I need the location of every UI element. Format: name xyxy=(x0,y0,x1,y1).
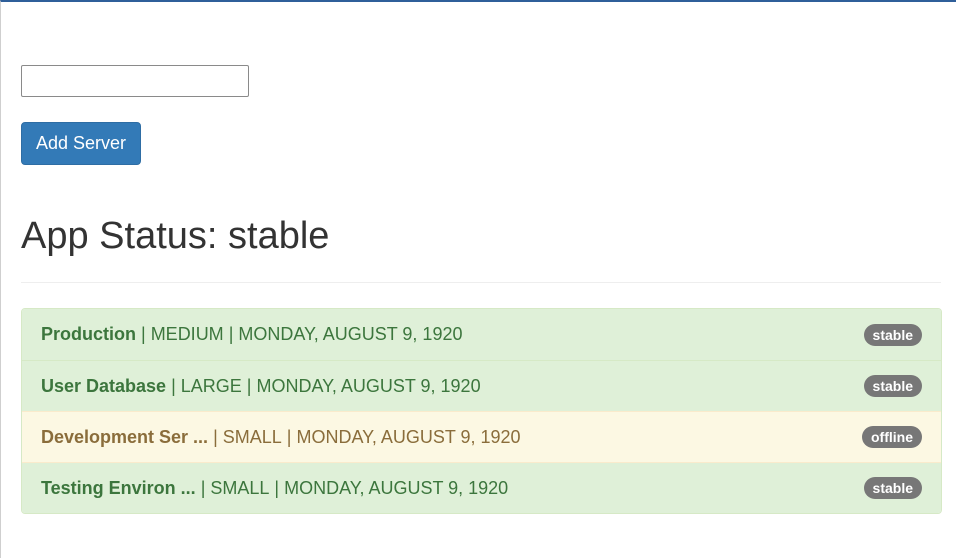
app-frame: Add Server App Status: stable Production… xyxy=(0,0,956,558)
status-badge: stable xyxy=(863,375,922,397)
server-list-item[interactable]: User Database | LARGE | MONDAY, AUGUST 9… xyxy=(22,360,941,411)
divider xyxy=(21,282,941,283)
server-date: MONDAY, AUGUST 9, 1920 xyxy=(256,375,481,396)
server-list-item[interactable]: Testing Environ ... | SMALL | MONDAY, AU… xyxy=(22,462,941,513)
add-server-button[interactable]: Add Server xyxy=(21,122,141,165)
server-size: MEDIUM xyxy=(150,324,224,344)
server-name: Development Ser ... xyxy=(41,426,209,447)
server-size: SMALL xyxy=(210,477,270,498)
server-date: MONDAY, AUGUST 9, 1920 xyxy=(296,426,521,447)
status-badge: stable xyxy=(863,477,922,499)
status-badge: offline xyxy=(862,426,922,448)
server-list-item[interactable]: Production | MEDIUM | MONDAY, AUGUST 9, … xyxy=(22,309,941,360)
server-size: LARGE xyxy=(180,375,242,396)
app-status-title: App Status: stable xyxy=(21,215,330,257)
separator: | xyxy=(141,324,146,344)
status-badge: stable xyxy=(863,323,922,346)
server-date: MONDAY, AUGUST 9, 1920 xyxy=(238,324,463,344)
separator: | xyxy=(171,375,176,396)
separator: | xyxy=(200,477,206,498)
separator: | xyxy=(286,426,292,447)
server-name: Production xyxy=(41,324,136,344)
separator: | xyxy=(274,477,280,498)
separator: | xyxy=(246,375,252,396)
server-name-input[interactable] xyxy=(21,65,249,97)
server-list-item[interactable]: Development Ser ... | SMALL | MONDAY, AU… xyxy=(22,411,941,462)
server-list: Production | MEDIUM | MONDAY, AUGUST 9, … xyxy=(21,308,942,514)
separator: | xyxy=(228,324,234,344)
server-date: MONDAY, AUGUST 9, 1920 xyxy=(284,477,509,498)
server-size: SMALL xyxy=(222,426,282,447)
separator: | xyxy=(213,426,218,447)
server-name: Testing Environ ... xyxy=(41,477,196,498)
server-name: User Database xyxy=(41,375,167,396)
